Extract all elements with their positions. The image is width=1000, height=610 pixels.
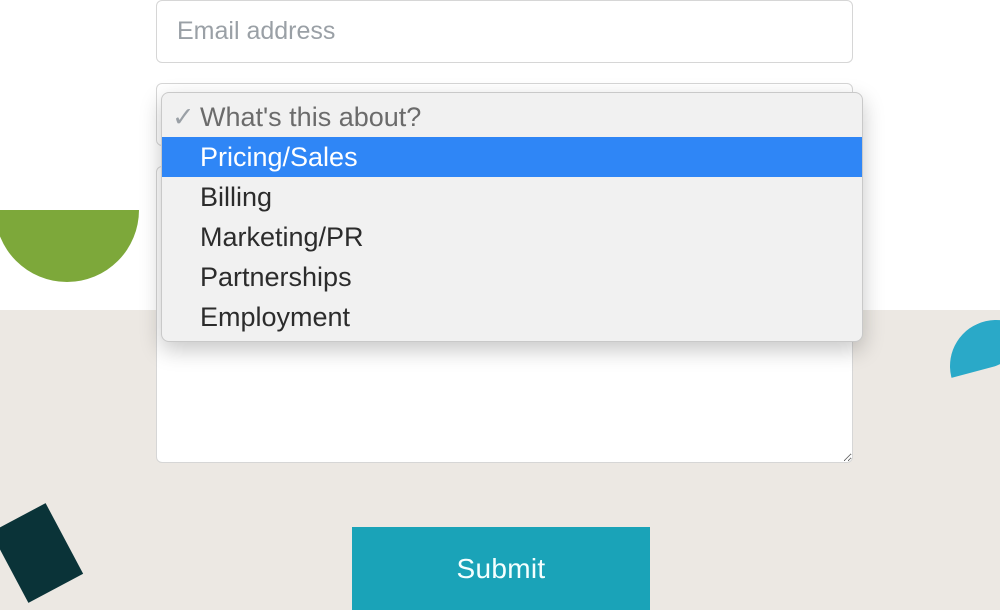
dropdown-option-billing[interactable]: Billing: [162, 177, 862, 217]
dropdown-placeholder-row[interactable]: ✓ What's this about?: [162, 93, 862, 137]
check-icon: ✓: [172, 99, 200, 135]
submit-button[interactable]: Submit: [352, 527, 650, 610]
dropdown-option-employment[interactable]: Employment: [162, 297, 862, 341]
dropdown-option-label: Pricing/Sales: [200, 139, 852, 175]
dropdown-option-pricing-sales[interactable]: Pricing/Sales: [162, 137, 862, 177]
email-field[interactable]: [156, 0, 853, 63]
subject-dropdown-panel: ✓ What's this about? Pricing/Sales Billi…: [161, 92, 863, 342]
dropdown-option-label: Marketing/PR: [200, 219, 852, 255]
dropdown-option-label: Billing: [200, 179, 852, 215]
dropdown-placeholder-label: What's this about?: [200, 99, 852, 135]
dropdown-option-label: Employment: [200, 299, 852, 335]
dropdown-option-label: Partnerships: [200, 259, 852, 295]
dropdown-option-marketing-pr[interactable]: Marketing/PR: [162, 217, 862, 257]
decoration-green-semicircle: [0, 210, 139, 282]
dropdown-option-partnerships[interactable]: Partnerships: [162, 257, 862, 297]
